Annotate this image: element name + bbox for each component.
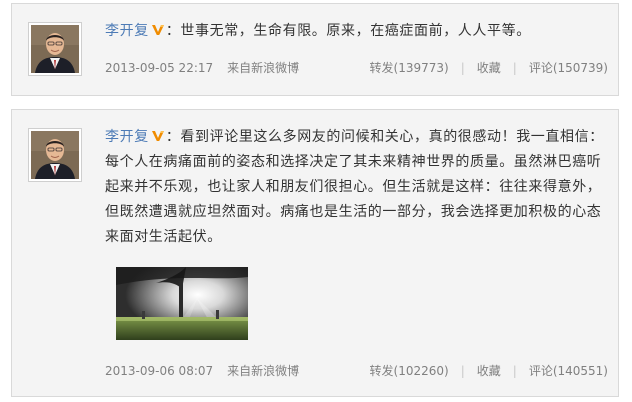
post-time[interactable]: 2013-09-05 22:17: [105, 61, 213, 75]
post-source[interactable]: 来自新浪微博: [227, 364, 299, 378]
post-text: ：世事无常，生命有限。原来，在癌症面前，人人平等。: [165, 23, 531, 39]
repost-button[interactable]: 转发(139773): [370, 61, 449, 75]
post-photo[interactable]: [116, 267, 248, 340]
post-source[interactable]: 来自新浪微博: [227, 61, 299, 75]
post-content: 李开复 ：看到评论里这么多网友的问候和关心，真的很感动！我一直相信：每个人在病痛面…: [105, 125, 604, 250]
post-content: 李开复 ：世事无常，生命有限。原来，在癌症面前，人人平等。: [105, 19, 604, 44]
post-actions: 转发(102260) | 收藏 | 评论(140551): [370, 362, 608, 380]
author-link[interactable]: 李开复: [105, 129, 149, 145]
avatar[interactable]: [28, 128, 82, 182]
sunlit-tree-photo-icon: [116, 267, 248, 340]
favorite-button[interactable]: 收藏: [477, 364, 501, 378]
divider: |: [512, 61, 517, 75]
post-text: ：看到评论里这么多网友的问候和关心，真的很感动！我一直相信：每个人在病痛面前的姿…: [105, 129, 604, 245]
favorite-button[interactable]: 收藏: [477, 61, 501, 75]
verified-v-icon[interactable]: [151, 129, 165, 143]
divider: |: [460, 61, 465, 75]
post-footer: 2013-09-06 08:07 来自新浪微博 转发(102260) | 收藏 | 评论(…: [105, 362, 608, 380]
post-footer: 2013-09-05 22:17 来自新浪微博 转发(139773) | 收藏 | 评论(…: [105, 59, 608, 77]
weibo-post-2: 李开复 ：看到评论里这么多网友的问候和关心，真的很感动！我一直相信：每个人在病痛面…: [11, 109, 619, 397]
comment-button[interactable]: 评论(150739): [529, 61, 608, 75]
post-time[interactable]: 2013-09-06 08:07: [105, 364, 213, 378]
author-link[interactable]: 李开复: [105, 23, 149, 39]
comment-button[interactable]: 评论(140551): [529, 364, 608, 378]
avatar[interactable]: [28, 22, 82, 76]
post-actions: 转发(139773) | 收藏 | 评论(150739): [370, 59, 608, 77]
repost-button[interactable]: 转发(102260): [370, 364, 449, 378]
verified-v-icon[interactable]: [151, 23, 165, 37]
avatar-portrait-icon: [31, 25, 79, 73]
divider: |: [512, 364, 517, 378]
weibo-post-1: 李开复 ：世事无常，生命有限。原来，在癌症面前，人人平等。 2013-09-05 …: [11, 3, 619, 96]
divider: |: [460, 364, 465, 378]
avatar-portrait-icon: [31, 131, 79, 179]
